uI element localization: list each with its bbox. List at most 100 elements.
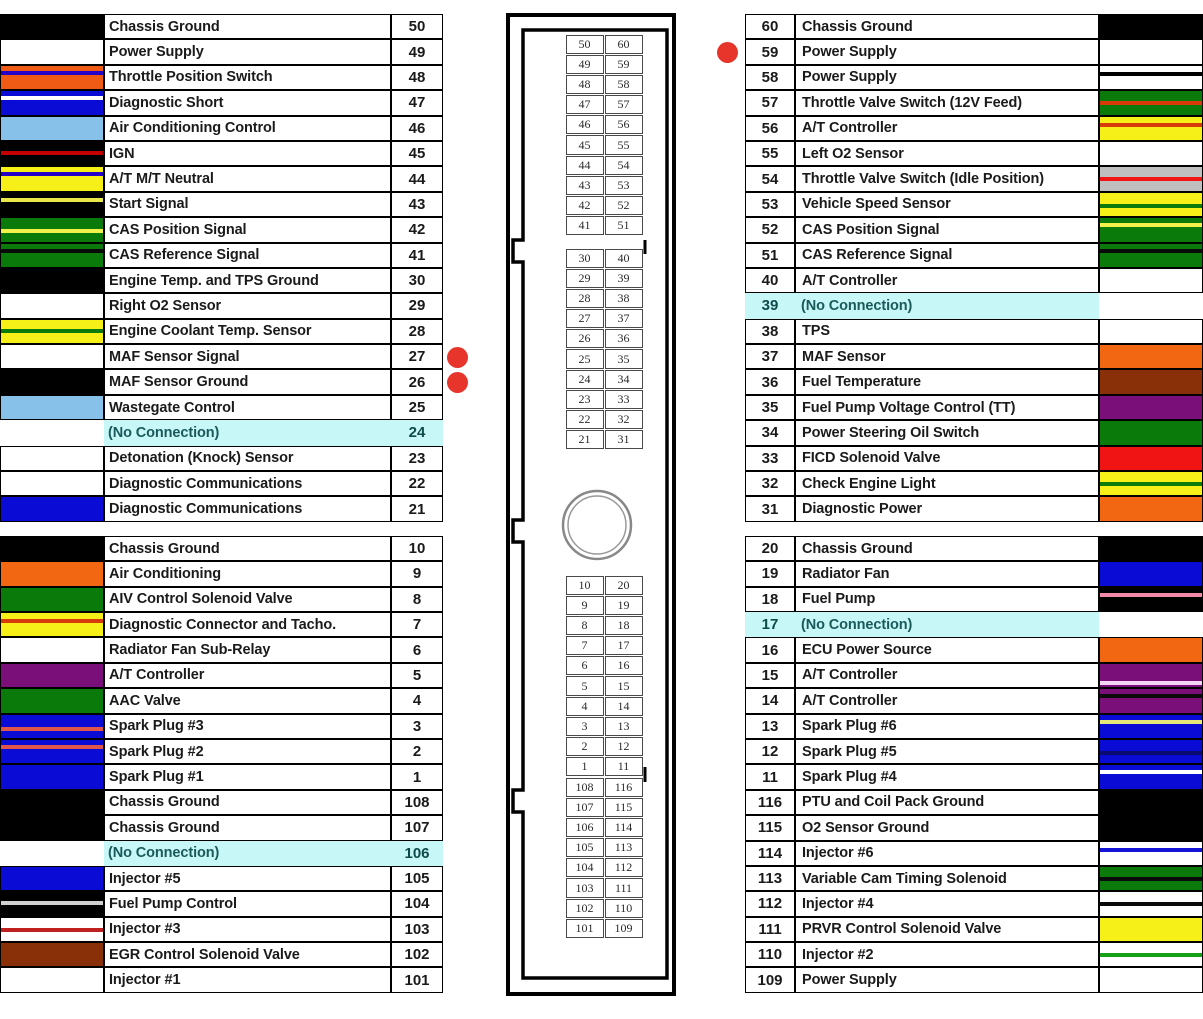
pin-row[interactable]: Air Conditioning 9 — [0, 561, 443, 587]
connector-pin-cell[interactable]: 19 — [604, 595, 643, 615]
pin-row[interactable]: (No Connection) 106 — [0, 840, 443, 866]
pin-row[interactable]: MAF Sensor Signal 27 — [0, 344, 443, 370]
pin-row[interactable]: 15 A/T Controller — [745, 662, 1203, 689]
pin-row[interactable]: Spark Plug #2 2 — [0, 738, 443, 765]
pin-row[interactable]: Start Signal 43 — [0, 191, 443, 218]
pin-row[interactable]: Engine Temp. and TPS Ground 30 — [0, 267, 443, 294]
connector-pin-cell[interactable]: 57 — [604, 95, 643, 115]
connector-pin-cell[interactable]: 10 — [565, 575, 604, 595]
connector-pin-cell[interactable]: 31 — [604, 430, 643, 450]
connector-pin-cell[interactable]: 60 — [604, 34, 643, 54]
connector-pin-cell[interactable]: 12 — [604, 737, 643, 757]
pin-row[interactable]: 57 Throttle Valve Switch (12V Feed) — [745, 90, 1203, 116]
pin-row[interactable]: 37 MAF Sensor — [745, 344, 1203, 370]
pin-row[interactable]: 35 Fuel Pump Voltage Control (TT) — [745, 394, 1203, 421]
pin-row[interactable]: Diagnostic Short 47 — [0, 90, 443, 116]
pin-row[interactable]: (No Connection) 24 — [0, 420, 443, 446]
pin-row[interactable]: 110 Injector #2 — [745, 942, 1203, 968]
connector-pin-cell[interactable]: 101 — [565, 918, 604, 938]
pin-row[interactable]: 115 O2 Sensor Ground — [745, 815, 1203, 841]
pin-row[interactable]: 11 Spark Plug #4 — [745, 764, 1203, 790]
pin-row[interactable]: Engine Coolant Temp. Sensor 28 — [0, 318, 443, 345]
pin-row[interactable]: MAF Sensor Ground 26 — [0, 369, 443, 395]
connector-pin-cell[interactable]: 23 — [565, 389, 604, 409]
connector-pin-cell[interactable]: 42 — [565, 196, 604, 216]
pin-row[interactable]: 16 ECU Power Source — [745, 637, 1203, 663]
pin-row[interactable]: 13 Spark Plug #6 — [745, 713, 1203, 739]
connector-pin-cell[interactable]: 113 — [604, 838, 643, 858]
pin-row[interactable]: CAS Position Signal 42 — [0, 217, 443, 243]
pin-row[interactable]: 36 Fuel Temperature — [745, 369, 1203, 395]
pin-row[interactable]: 17 (No Connection) — [745, 611, 1203, 638]
pin-row[interactable]: Chassis Ground 108 — [0, 789, 443, 816]
pin-row[interactable]: 38 TPS — [745, 318, 1203, 345]
pin-row[interactable]: 109 Power Supply — [745, 967, 1203, 993]
connector-pin-cell[interactable]: 24 — [565, 369, 604, 389]
pin-row[interactable]: Power Supply 49 — [0, 39, 443, 65]
pin-row[interactable]: EGR Control Solenoid Valve 102 — [0, 942, 443, 968]
pin-row[interactable]: IGN 45 — [0, 140, 443, 167]
connector-pin-cell[interactable]: 37 — [604, 309, 643, 329]
pin-row[interactable]: CAS Reference Signal 41 — [0, 242, 443, 268]
pin-row[interactable]: 112 Injector #4 — [745, 891, 1203, 917]
pin-row[interactable]: 59 Power Supply — [745, 39, 1203, 65]
connector-pin-cell[interactable]: 5 — [565, 676, 604, 696]
connector-pin-cell[interactable]: 103 — [565, 878, 604, 898]
connector-pin-cell[interactable]: 104 — [565, 858, 604, 878]
connector-pin-cell[interactable]: 36 — [604, 329, 643, 349]
pin-row[interactable]: Chassis Ground 107 — [0, 815, 443, 841]
pin-row[interactable]: Spark Plug #3 3 — [0, 713, 443, 739]
connector-pin-cell[interactable]: 32 — [604, 410, 643, 430]
connector-pin-cell[interactable]: 13 — [604, 716, 643, 736]
connector-pin-cell[interactable]: 18 — [604, 615, 643, 636]
connector-pin-cell[interactable]: 44 — [565, 155, 604, 175]
pin-row[interactable]: 32 Check Engine Light — [745, 471, 1203, 497]
pin-row[interactable]: Injector #3 103 — [0, 916, 443, 943]
pin-row[interactable]: 60 Chassis Ground — [745, 14, 1203, 40]
connector-pin-cell[interactable]: 25 — [565, 349, 604, 369]
connector-pin-cell[interactable]: 54 — [604, 155, 643, 175]
connector-pin-cell[interactable]: 33 — [604, 389, 643, 409]
pin-row[interactable]: Chassis Ground 10 — [0, 535, 443, 562]
pin-row[interactable]: 111 PRVR Control Solenoid Valve — [745, 916, 1203, 943]
connector-pin-cell[interactable]: 2 — [565, 737, 604, 757]
pin-row[interactable]: 54 Throttle Valve Switch (Idle Position) — [745, 166, 1203, 192]
connector-pin-cell[interactable]: 14 — [604, 696, 643, 716]
connector-pin-cell[interactable]: 110 — [604, 898, 643, 918]
connector-pin-cell[interactable]: 49 — [565, 54, 604, 74]
pin-row[interactable]: 40 A/T Controller — [745, 267, 1203, 294]
pin-row[interactable]: Right O2 Sensor 29 — [0, 293, 443, 319]
connector-pin-cell[interactable]: 55 — [604, 135, 643, 155]
pin-row[interactable]: Fuel Pump Control 104 — [0, 891, 443, 917]
connector-pin-cell[interactable]: 115 — [604, 797, 643, 817]
pin-row[interactable]: Injector #1 101 — [0, 967, 443, 993]
pin-row[interactable]: 20 Chassis Ground — [745, 535, 1203, 562]
connector-pin-cell[interactable]: 52 — [604, 196, 643, 216]
pin-row[interactable]: 34 Power Steering Oil Switch — [745, 420, 1203, 446]
connector-pin-cell[interactable]: 35 — [604, 349, 643, 369]
connector-pin-cell[interactable]: 1 — [565, 757, 604, 777]
pin-row[interactable]: A/T M/T Neutral 44 — [0, 166, 443, 192]
pin-row[interactable]: Wastegate Control 25 — [0, 394, 443, 421]
connector-pin-cell[interactable]: 116 — [604, 777, 643, 797]
pin-row[interactable]: Throttle Position Switch 48 — [0, 64, 443, 91]
pin-row[interactable]: 52 CAS Position Signal — [745, 217, 1203, 243]
connector-pin-cell[interactable]: 28 — [565, 288, 604, 309]
pin-row[interactable]: Detonation (Knock) Sensor 23 — [0, 445, 443, 472]
connector-pin-cell[interactable]: 30 — [565, 248, 604, 268]
pin-row[interactable]: 14 A/T Controller — [745, 688, 1203, 714]
connector-pin-cell[interactable]: 4 — [565, 696, 604, 716]
connector-pin-cell[interactable]: 59 — [604, 54, 643, 74]
connector-pin-cell[interactable]: 108 — [565, 777, 604, 797]
pin-row[interactable]: 55 Left O2 Sensor — [745, 140, 1203, 167]
connector-pin-cell[interactable]: 43 — [565, 175, 604, 195]
connector-pin-cell[interactable]: 6 — [565, 656, 604, 676]
pin-row[interactable]: 58 Power Supply — [745, 64, 1203, 91]
connector-pin-cell[interactable]: 38 — [604, 288, 643, 309]
pin-row[interactable]: 19 Radiator Fan — [745, 561, 1203, 587]
connector-pin-cell[interactable]: 56 — [604, 115, 643, 135]
connector-pin-cell[interactable]: 47 — [565, 95, 604, 115]
connector-pin-cell[interactable]: 51 — [604, 216, 643, 236]
pin-row[interactable]: 18 Fuel Pump — [745, 586, 1203, 612]
connector-pin-cell[interactable]: 34 — [604, 369, 643, 389]
